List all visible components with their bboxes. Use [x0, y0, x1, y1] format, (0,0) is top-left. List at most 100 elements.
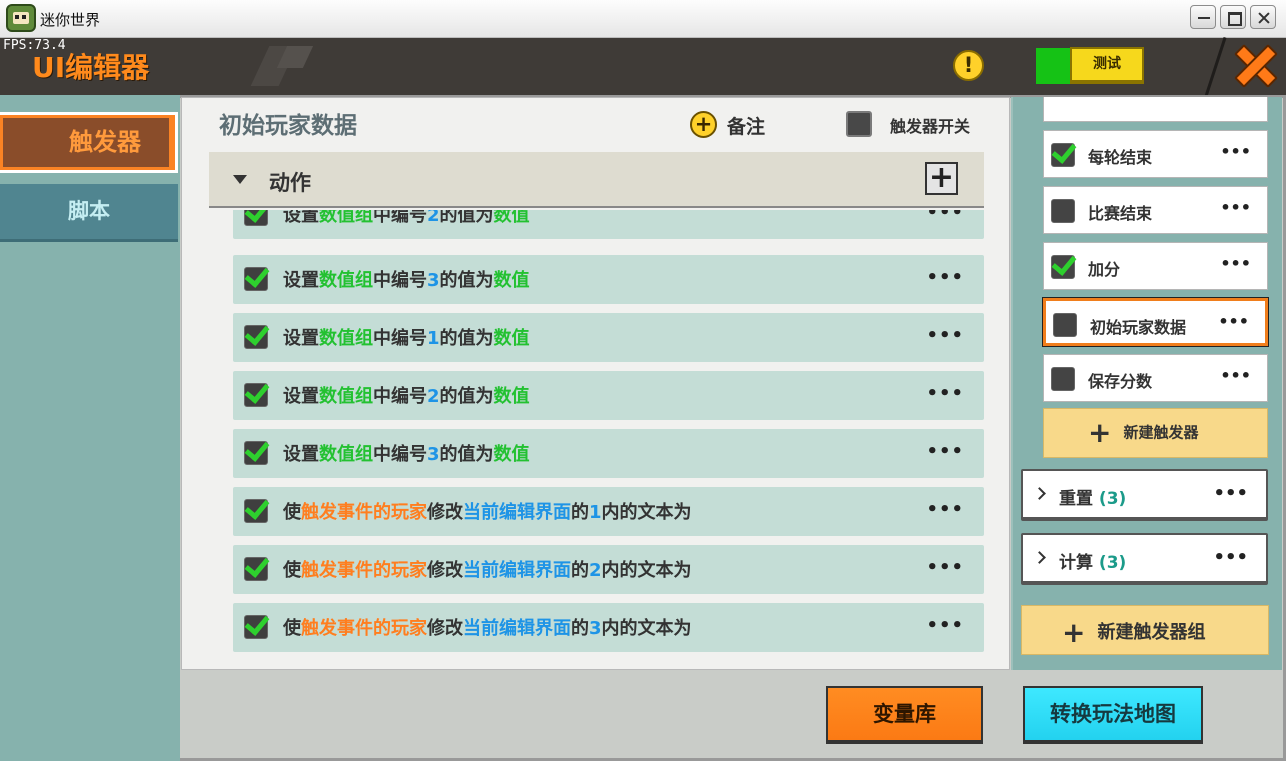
action-text: 设置数值组中编号1的值为数值	[283, 324, 530, 350]
checkbox-icon[interactable]	[244, 267, 268, 291]
checkbox-icon[interactable]	[244, 615, 268, 639]
minimize-icon[interactable]	[1190, 5, 1216, 29]
trigger-group[interactable]: 重置 (3) •••	[1021, 469, 1268, 521]
more-dots-icon[interactable]: •••	[1220, 198, 1251, 217]
trigger-switch-checkbox[interactable]	[846, 111, 872, 137]
action-text-part: 当前编辑界面	[463, 502, 571, 523]
table-row[interactable]: 使触发事件的玩家修改当前编辑界面的1内的文本为 •••	[233, 487, 984, 536]
more-dots-icon[interactable]: •••	[926, 557, 964, 578]
variables-button[interactable]: 变量库	[826, 686, 983, 744]
test-button[interactable]: 测试	[1070, 47, 1144, 84]
action-text-part: 数值	[493, 210, 530, 226]
action-text-part: 数值组	[319, 270, 373, 291]
trigger-label: 初始玩家数据	[1090, 318, 1187, 337]
action-text-part: 中编号	[373, 444, 427, 465]
table-row[interactable]: 设置数值组中编号3的值为数值 •••	[233, 429, 984, 478]
more-dots-icon[interactable]: •••	[1220, 254, 1251, 273]
action-text-part: 内的文本为	[601, 618, 692, 639]
action-text-part: 触发事件的玩家	[301, 502, 427, 523]
add-action-button[interactable]: +	[925, 162, 958, 195]
new-trigger-button[interactable]: + 新建触发器	[1043, 408, 1268, 458]
action-text: 使触发事件的玩家修改当前编辑界面的3内的文本为	[283, 614, 692, 640]
action-text-part: 的值为	[439, 328, 494, 349]
checkbox-icon[interactable]	[1053, 313, 1077, 337]
action-text-part: 设置	[283, 210, 319, 226]
checkbox-icon[interactable]	[1051, 143, 1075, 167]
action-text-part: 3	[427, 444, 440, 465]
close-icon[interactable]	[1250, 5, 1276, 29]
more-dots-icon[interactable]: •••	[1220, 142, 1251, 161]
action-text-part: 数值	[493, 386, 530, 407]
table-row[interactable]: 设置数值组中编号2的值为数值 •••	[233, 371, 984, 420]
group-count: (3)	[1098, 489, 1127, 509]
action-text-part: 数值组	[319, 328, 373, 349]
chevron-right-icon[interactable]	[1033, 551, 1046, 564]
collapse-arrow-icon[interactable]	[233, 175, 247, 184]
list-item[interactable]: 加分 •••	[1043, 242, 1268, 290]
page-title: UI编辑器	[32, 51, 150, 84]
note-button[interactable]: 备注	[727, 112, 765, 139]
checkbox-icon[interactable]	[244, 557, 268, 581]
trigger-title: 初始玩家数据	[219, 113, 357, 139]
tab-trigger[interactable]: 触发器	[0, 112, 178, 173]
action-text-part: 2	[427, 386, 440, 407]
more-dots-icon[interactable]: •••	[926, 210, 964, 223]
checkbox-icon[interactable]	[244, 383, 268, 407]
action-text-part: 设置	[283, 328, 319, 349]
window-title: 迷你世界	[40, 11, 101, 29]
more-dots-icon[interactable]: •••	[926, 615, 964, 636]
more-dots-icon[interactable]: •••	[1213, 547, 1248, 568]
checkbox-icon[interactable]	[1051, 367, 1075, 391]
new-trigger-group-label: 新建触发器组	[1097, 622, 1206, 643]
more-dots-icon[interactable]: •••	[926, 499, 964, 520]
action-text-part: 使	[283, 502, 301, 523]
action-text-part: 修改	[427, 618, 463, 639]
action-text-part: 设置	[283, 386, 319, 407]
checkbox-icon[interactable]	[1051, 255, 1075, 279]
list-item[interactable]: 保存分数 •••	[1043, 354, 1268, 402]
action-text-part: 中编号	[373, 328, 427, 349]
tab-script[interactable]: 脚本	[0, 184, 178, 242]
maximize-icon[interactable]	[1220, 5, 1246, 29]
table-row[interactable]: 设置数值组中编号1的值为数值 •••	[233, 313, 984, 362]
new-trigger-group-button[interactable]: + 新建触发器组	[1021, 605, 1269, 655]
list-item[interactable]: 初始玩家数据 •••	[1042, 297, 1269, 347]
list-item[interactable]: 比赛结束 •••	[1043, 186, 1268, 234]
action-list[interactable]: 设置数值组中编号2的值为数值 ••• 设置数值组中编号3的值为数值 ••• 设置数值组中…	[181, 210, 1010, 665]
action-text-part: 中编号	[373, 210, 427, 226]
more-dots-icon[interactable]: •••	[1213, 483, 1248, 504]
action-text-part: 中编号	[373, 270, 427, 291]
more-dots-icon[interactable]: •••	[926, 441, 964, 462]
table-row[interactable]: 使触发事件的玩家修改当前编辑界面的3内的文本为 •••	[233, 603, 984, 652]
table-row[interactable]: 设置数值组中编号3的值为数值 •••	[233, 255, 984, 304]
checkbox-icon[interactable]	[244, 325, 268, 349]
checkbox-icon[interactable]	[244, 210, 268, 226]
list-item[interactable]	[1043, 97, 1268, 122]
convert-map-button[interactable]: 转换玩法地图	[1023, 686, 1203, 744]
action-text-part: 的值为	[439, 386, 494, 407]
list-item[interactable]: 每轮结束 •••	[1043, 130, 1268, 178]
action-text-part: 数值	[493, 444, 530, 465]
action-text-part: 触发事件的玩家	[301, 560, 427, 581]
more-dots-icon[interactable]: •••	[926, 325, 964, 346]
more-dots-icon[interactable]: •••	[926, 267, 964, 288]
table-row[interactable]: 使触发事件的玩家修改当前编辑界面的2内的文本为 •••	[233, 545, 984, 594]
trigger-group[interactable]: 计算 (3) •••	[1021, 533, 1268, 585]
table-row[interactable]: 设置数值组中编号2的值为数值 •••	[233, 210, 984, 239]
action-section-header[interactable]	[209, 152, 984, 208]
action-text-part: 修改	[427, 502, 463, 523]
chevron-right-icon[interactable]	[1033, 487, 1046, 500]
more-dots-icon[interactable]: •••	[926, 383, 964, 404]
action-text-part: 设置	[283, 444, 319, 465]
editor-header: FPS:73.4 UI编辑器 ! 测试	[0, 37, 1286, 97]
plus-circle-icon[interactable]: +	[690, 111, 717, 138]
more-dots-icon[interactable]: •••	[1220, 366, 1251, 385]
action-section-label: 动作	[269, 171, 311, 195]
checkbox-icon[interactable]	[1051, 199, 1075, 223]
warning-icon[interactable]: !	[953, 50, 984, 81]
action-text-part: 使	[283, 560, 301, 581]
close-x-icon[interactable]	[1234, 44, 1274, 84]
more-dots-icon[interactable]: •••	[1218, 312, 1249, 331]
checkbox-icon[interactable]	[244, 441, 268, 465]
checkbox-icon[interactable]	[244, 499, 268, 523]
